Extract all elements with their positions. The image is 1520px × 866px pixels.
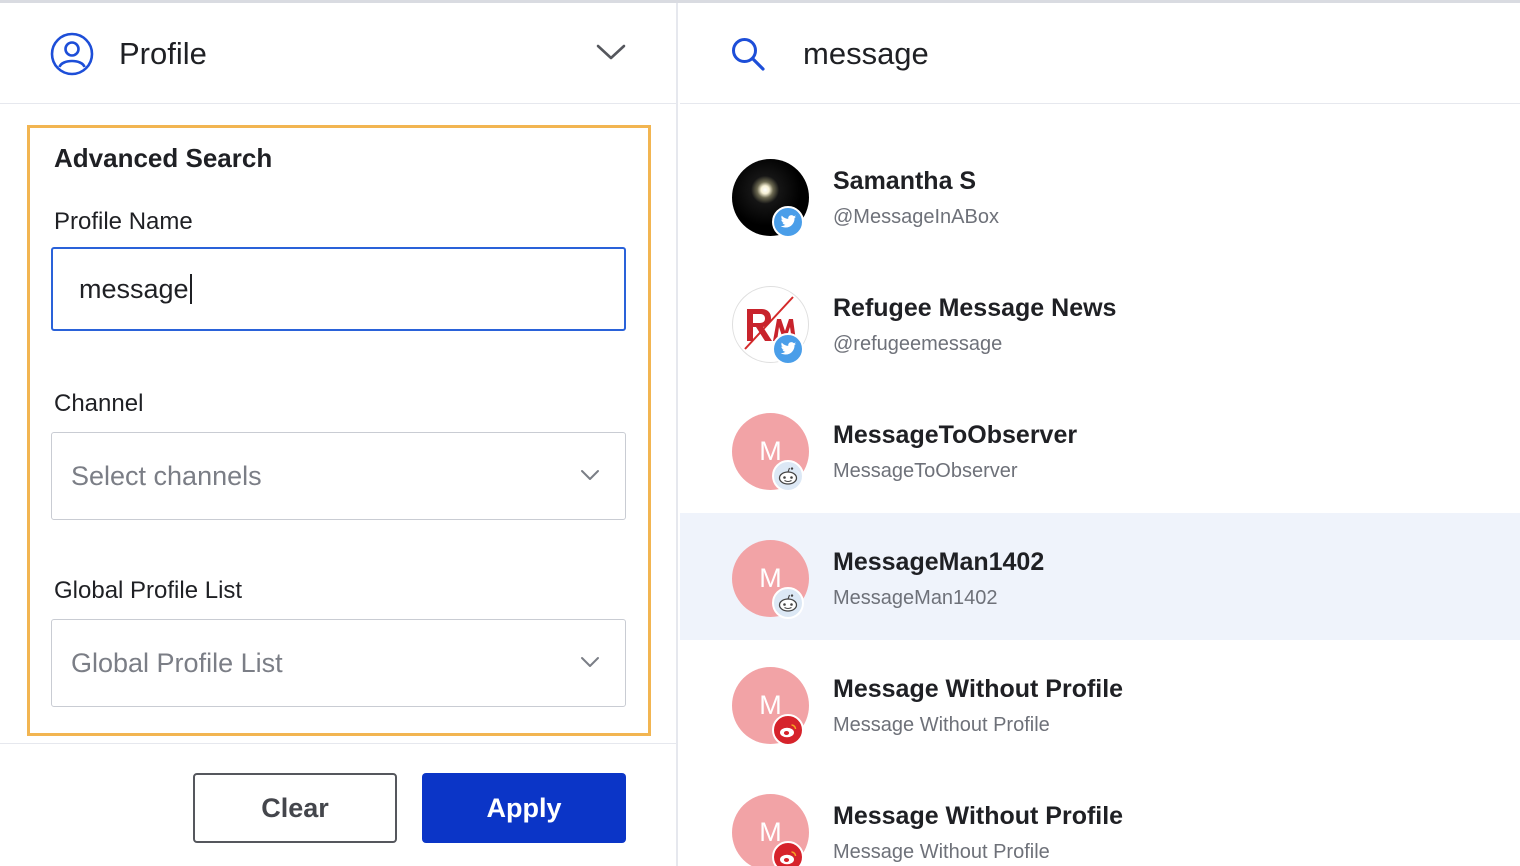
search-query[interactable]: message <box>803 36 929 72</box>
filter-panel: Profile Advanced Search Profile Name mes… <box>0 3 678 866</box>
twitter-icon <box>772 206 804 238</box>
avatar: M <box>732 413 809 492</box>
result-name: MessageMan1402 <box>833 548 1045 576</box>
reddit-icon <box>772 587 804 619</box>
user-circle-icon <box>50 32 94 76</box>
result-name: Message Without Profile <box>833 675 1124 703</box>
channel-select-placeholder: Select channels <box>71 461 262 491</box>
clear-button[interactable]: Clear <box>193 773 397 843</box>
result-handle: MessageMan1402 <box>833 587 998 609</box>
profile-dropdown[interactable]: Profile <box>0 3 676 104</box>
profile-dropdown-label: Profile <box>119 36 207 71</box>
result-handle: @refugeemessage <box>833 333 1003 355</box>
channel-label: Channel <box>54 390 144 417</box>
apply-button[interactable]: Apply <box>422 773 626 843</box>
channel-select[interactable]: Select channels <box>51 432 626 520</box>
result-name: Refugee Message News <box>833 294 1117 322</box>
footer-divider <box>0 743 676 744</box>
avatar <box>732 159 809 238</box>
advanced-search-title: Advanced Search <box>54 143 273 173</box>
results-panel: message Samantha S @MessageInABox Refuge… <box>680 3 1520 866</box>
result-handle: Message Without Profile <box>833 714 1050 736</box>
result-item[interactable]: M Message Without Profile Message Withou… <box>680 640 1520 767</box>
result-item[interactable]: M MessageMan1402 MessageMan1402 <box>680 513 1520 640</box>
twitter-icon <box>772 333 804 365</box>
result-name: Message Without Profile <box>833 802 1124 830</box>
avatar: M <box>732 540 809 619</box>
search-icon <box>732 38 765 71</box>
result-handle: @MessageInABox <box>833 206 999 228</box>
result-item[interactable]: Refugee Message News @refugeemessage <box>680 259 1520 386</box>
avatar: M <box>732 667 809 746</box>
result-name: Samantha S <box>833 167 977 195</box>
profile-name-value: message <box>79 273 192 306</box>
global-profile-list-label: Global Profile List <box>54 577 243 604</box>
weibo-icon <box>772 841 804 866</box>
result-name: MessageToObserver <box>833 421 1078 449</box>
profile-name-label: Profile Name <box>54 208 193 235</box>
avatar <box>732 286 809 365</box>
weibo-icon <box>772 714 804 746</box>
chevron-down-icon <box>581 470 599 480</box>
chevron-down-icon[interactable] <box>596 43 626 61</box>
result-item[interactable]: M Message Without Profile Message Withou… <box>680 767 1520 866</box>
reddit-icon <box>772 460 804 492</box>
chevron-down-icon <box>581 657 599 667</box>
global-profile-list-select[interactable]: Global Profile List <box>51 619 626 707</box>
profile-name-input[interactable]: message <box>51 247 626 331</box>
search-bar[interactable]: message <box>680 3 1520 104</box>
advanced-search-section: Advanced Search Profile Name message Cha… <box>27 125 651 736</box>
text-caret <box>189 273 192 304</box>
global-profile-list-placeholder: Global Profile List <box>71 648 283 678</box>
result-handle: MessageToObserver <box>833 460 1018 482</box>
result-item[interactable]: M MessageToObserver MessageToObserver <box>680 386 1520 513</box>
result-handle: Message Without Profile <box>833 841 1050 863</box>
result-item[interactable]: Samantha S @MessageInABox <box>680 132 1520 259</box>
avatar: M <box>732 794 809 866</box>
